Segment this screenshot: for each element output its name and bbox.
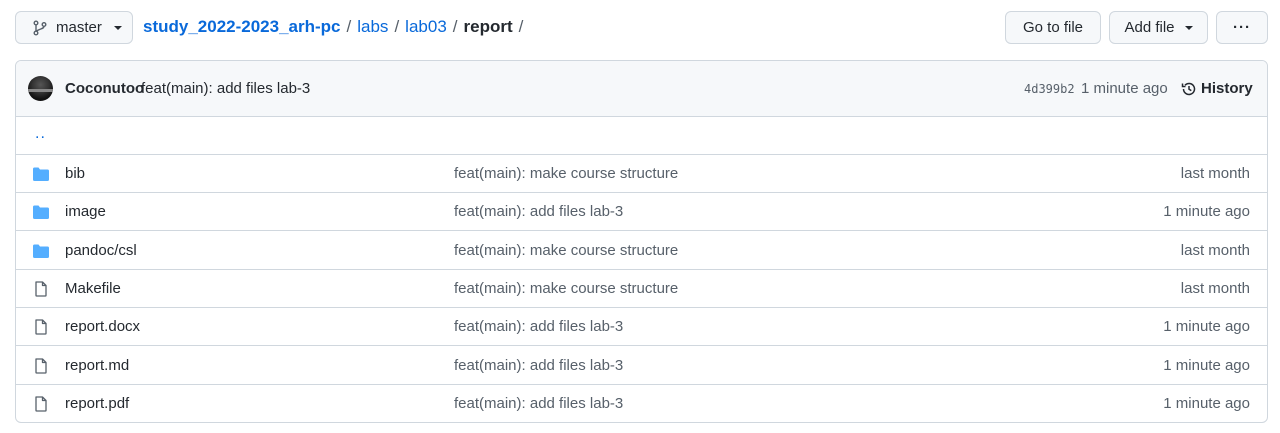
- file-browser: Coconutoo feat(main): add files lab-3 4d…: [15, 60, 1268, 423]
- commit-age: last month: [1180, 165, 1250, 182]
- avatar[interactable]: [28, 76, 53, 101]
- top-bar: master study_2022-2023_arh-pc / labs / l…: [0, 0, 1280, 56]
- table-row[interactable]: pandoc/csl feat(main): make course struct…: [16, 232, 1267, 270]
- chevron-down-icon: [113, 25, 122, 30]
- file-name-link[interactable]: Makefile: [65, 280, 121, 297]
- table-row[interactable]: Makefile feat(main): make course structur…: [16, 270, 1267, 308]
- breadcrumb-current: report: [463, 17, 513, 36]
- commit-time: 1 minute ago: [1081, 80, 1168, 97]
- commit-age: last month: [1180, 279, 1250, 297]
- table-row[interactable]: report.docx feat(main): add files lab-3 1 …: [16, 308, 1267, 347]
- commit-age: 1 minute ago: [1163, 356, 1250, 374]
- commit-age: last month: [1180, 241, 1250, 259]
- branch-select-button[interactable]: master: [15, 11, 133, 44]
- commit-author[interactable]: Coconutoo: [65, 80, 144, 97]
- commit-message-link[interactable]: feat(main): make course structure: [454, 280, 678, 297]
- commit-message-link[interactable]: feat(main): add files lab-3: [454, 318, 623, 335]
- commit-age: 1 minute ago: [1163, 203, 1250, 221]
- add-file-label: Add file: [1124, 19, 1175, 36]
- more-options-button[interactable]: ···: [1216, 11, 1268, 44]
- file-name-link[interactable]: pandoc/csl: [65, 242, 137, 259]
- table-row[interactable]: image feat(main): add files lab-3 1 minute…: [16, 193, 1267, 232]
- commit-sha[interactable]: 4d399b2: [1024, 82, 1075, 96]
- parent-directory-row[interactable]: ..: [16, 117, 1267, 155]
- folder-icon: [32, 166, 50, 182]
- breadcrumb: study_2022-2023_arh-pc / labs / lab03 / …: [143, 17, 529, 37]
- folder-icon: [32, 204, 50, 220]
- commit-message-link[interactable]: feat(main): add files lab-3: [454, 395, 623, 412]
- file-icon: [32, 357, 50, 374]
- breadcrumb-labs-link[interactable]: labs: [357, 17, 388, 37]
- history-label: History: [1201, 80, 1253, 97]
- commit-message-link[interactable]: feat(main): add files lab-3: [454, 357, 623, 374]
- folder-icon: [32, 243, 50, 259]
- git-branch-icon: [33, 20, 47, 35]
- commit-message[interactable]: feat(main): add files lab-3: [141, 80, 310, 97]
- breadcrumb-separator: /: [394, 17, 400, 36]
- commit-age: 1 minute ago: [1163, 394, 1250, 412]
- commit-message-link[interactable]: feat(main): make course structure: [454, 242, 678, 259]
- go-to-file-label: Go to file: [1022, 19, 1084, 36]
- latest-commit-bar: Coconutoo feat(main): add files lab-3 4d…: [16, 61, 1267, 117]
- breadcrumb-lab03-link[interactable]: lab03: [405, 17, 447, 37]
- commit-message-link[interactable]: feat(main): add files lab-3: [454, 203, 623, 220]
- table-row[interactable]: report.md feat(main): add files lab-3 1 mi…: [16, 347, 1267, 385]
- go-to-file-button[interactable]: Go to file: [1005, 11, 1101, 44]
- breadcrumb-separator: /: [346, 17, 352, 36]
- file-name-link[interactable]: image: [65, 203, 106, 220]
- table-row[interactable]: bib feat(main): make course structure last…: [16, 155, 1267, 193]
- history-icon: [1181, 82, 1196, 95]
- file-icon: [32, 396, 50, 412]
- commit-age: 1 minute ago: [1163, 318, 1250, 336]
- parent-directory-link[interactable]: ..: [35, 125, 46, 143]
- table-row[interactable]: report.pdf feat(main): add files lab-3 1 m…: [16, 385, 1267, 422]
- file-name-link[interactable]: bib: [65, 165, 85, 182]
- chevron-down-icon: [1184, 25, 1193, 30]
- branch-name: master: [56, 19, 102, 36]
- file-name-link[interactable]: report.docx: [65, 318, 140, 335]
- file-icon: [32, 281, 50, 297]
- breadcrumb-separator: /: [452, 17, 458, 36]
- file-icon: [32, 319, 50, 335]
- kebab-icon: ···: [1233, 19, 1251, 36]
- file-name-link[interactable]: report.md: [65, 357, 129, 374]
- breadcrumb-repo-link[interactable]: study_2022-2023_arh-pc: [143, 17, 341, 37]
- add-file-button[interactable]: Add file: [1109, 11, 1208, 44]
- commit-message-link[interactable]: feat(main): make course structure: [454, 165, 678, 182]
- file-name-link[interactable]: report.pdf: [65, 395, 129, 412]
- history-link[interactable]: History: [1181, 80, 1253, 97]
- breadcrumb-trailing-separator: /: [518, 17, 524, 36]
